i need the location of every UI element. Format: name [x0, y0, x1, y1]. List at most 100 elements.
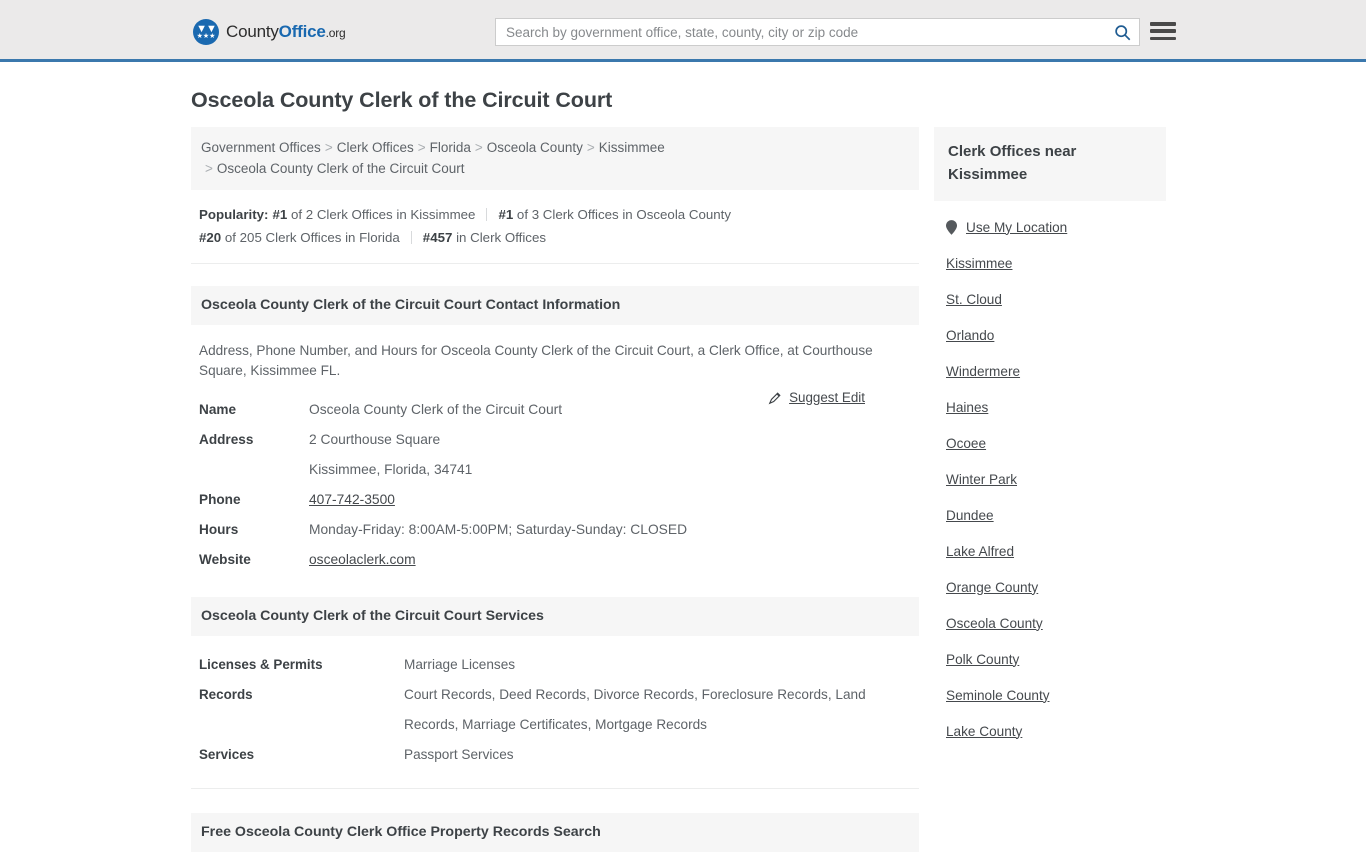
breadcrumb-item-clerk-offices[interactable]: Clerk Offices — [337, 140, 414, 155]
contact-information-section: Osceola County Clerk of the Circuit Cour… — [191, 286, 919, 575]
suggest-edit-label: Suggest Edit — [789, 390, 865, 405]
detail-value: osceolaclerk.com — [309, 545, 416, 575]
detail-value: Osceola County Clerk of the Circuit Cour… — [309, 402, 563, 417]
sidebar-item-lake-alfred[interactable]: Lake Alfred — [946, 533, 1166, 569]
sidebar-item-polk-county[interactable]: Polk County — [946, 641, 1166, 677]
services-section-heading: Osceola County Clerk of the Circuit Cour… — [191, 597, 919, 636]
services-row: Records Court Records, Deed Records, Div… — [199, 680, 919, 740]
detail-key: Address — [199, 432, 254, 447]
popularity-rank: #457 — [422, 230, 453, 245]
breadcrumb-separator: > — [324, 140, 333, 155]
site-logo[interactable]: ▼▼ ★★★ CountyOffice.org — [193, 19, 346, 45]
contact-section-heading: Osceola County Clerk of the Circuit Cour… — [191, 286, 919, 325]
sidebar-item-use-my-location[interactable]: Use My Location — [946, 209, 1166, 245]
sidebar-item-label[interactable]: Osceola County — [946, 616, 1043, 631]
sidebar-item-lake-county[interactable]: Lake County — [946, 713, 1166, 749]
sidebar-item-label[interactable]: Winter Park — [946, 472, 1017, 487]
popularity-bar: Popularity: #1 of 2 Clerk Offices in Kiss… — [191, 190, 919, 264]
breadcrumb-separator: > — [474, 140, 483, 155]
website-link[interactable]: osceolaclerk.com — [309, 552, 416, 567]
services-value: Marriage Licenses — [404, 657, 516, 672]
sidebar-item-kissimmee[interactable]: Kissimmee — [946, 245, 1166, 281]
services-key: Records — [199, 687, 253, 702]
services-row: Services Passport Services — [199, 740, 919, 770]
sidebar-item-label[interactable]: Lake County — [946, 724, 1022, 739]
hamburger-menu-icon[interactable] — [1150, 20, 1176, 42]
services-key: Licenses & Permits — [199, 657, 323, 672]
sidebar-item-st-cloud[interactable]: St. Cloud — [946, 281, 1166, 317]
page-body: Osceola County Clerk of the Circuit Cour… — [0, 62, 1366, 852]
sidebar-item-seminole-county[interactable]: Seminole County — [946, 677, 1166, 713]
detail-key: Hours — [199, 522, 239, 537]
popularity-rank: #1 — [498, 207, 514, 222]
divider — [486, 208, 488, 221]
detail-row-website: Website osceolaclerk.com — [199, 545, 919, 575]
sidebar-item-label[interactable]: Seminole County — [946, 688, 1050, 703]
sidebar-item-label[interactable]: Orange County — [946, 580, 1038, 595]
search-input[interactable] — [496, 19, 1105, 45]
main-content: Government Offices > Clerk Offices > Florida… — [191, 127, 919, 852]
page-title: Osceola County Clerk of the Circuit Cour… — [191, 88, 613, 112]
services-value: Passport Services — [404, 747, 514, 762]
phone-link[interactable]: 407-742-3500 — [309, 492, 395, 507]
popularity-item: #457 in Clerk Offices — [423, 230, 546, 245]
detail-value: 2 Courthouse Square — [309, 432, 441, 447]
sidebar-item-label[interactable]: Ocoee — [946, 436, 986, 451]
search-box[interactable] — [495, 18, 1140, 46]
services-value: Court Records, Deed Records, Divorce Rec… — [404, 687, 866, 732]
popularity-rest: of 205 Clerk Offices in Florida — [221, 230, 400, 245]
breadcrumb-item-government-offices[interactable]: Government Offices — [201, 140, 321, 155]
property-records-section-heading: Free Osceola County Clerk Office Propert… — [191, 813, 919, 852]
popularity-item: #20 of 205 Clerk Offices in Florida — [199, 230, 400, 245]
sidebar-item-windermere[interactable]: Windermere — [946, 353, 1166, 389]
breadcrumb-item-current[interactable]: Osceola County Clerk of the Circuit Cour… — [217, 161, 465, 176]
map-pin-icon — [946, 219, 957, 235]
sidebar-item-osceola-county[interactable]: Osceola County — [946, 605, 1166, 641]
sidebar-item-label[interactable]: Dundee — [946, 508, 994, 523]
sidebar-item-orlando[interactable]: Orlando — [946, 317, 1166, 353]
sidebar-item-orange-county[interactable]: Orange County — [946, 569, 1166, 605]
breadcrumb-separator: > — [205, 161, 213, 176]
services-section: Osceola County Clerk of the Circuit Cour… — [191, 597, 919, 789]
detail-value: Kissimmee, Florida, 34741 — [309, 462, 473, 477]
popularity-label: Popularity: — [199, 207, 269, 222]
sidebar-item-label[interactable]: Windermere — [946, 364, 1020, 379]
popularity-rest: of 3 Clerk Offices in Osceola County — [513, 207, 732, 222]
services-key: Services — [199, 747, 255, 762]
detail-key: Website — [199, 552, 251, 567]
sidebar-item-label[interactable]: Polk County — [946, 652, 1019, 667]
detail-value: Monday-Friday: 8:00AM-5:00PM; Saturday-S… — [309, 522, 688, 537]
breadcrumb-item-florida[interactable]: Florida — [430, 140, 471, 155]
eagle-seal-icon: ▼▼ ★★★ — [193, 19, 219, 45]
logo-text-part3: .org — [325, 26, 346, 40]
popularity-rest: of 2 Clerk Offices in Kissimmee — [287, 207, 476, 222]
breadcrumb-item-kissimmee[interactable]: Kissimmee — [599, 140, 665, 155]
sidebar-item-label[interactable]: Haines — [946, 400, 988, 415]
sidebar-item-label[interactable]: Use My Location — [966, 220, 1067, 235]
services-row: Licenses & Permits Marriage Licenses — [199, 650, 919, 680]
sidebar-item-label[interactable]: Lake Alfred — [946, 544, 1014, 559]
sidebar-item-label[interactable]: St. Cloud — [946, 292, 1002, 307]
sidebar-item-dundee[interactable]: Dundee — [946, 497, 1166, 533]
popularity-rank: #1 — [272, 207, 288, 222]
breadcrumb-separator: > — [586, 140, 595, 155]
logo-text-part1: County — [226, 22, 279, 41]
detail-row-address-line2: Kissimmee, Florida, 34741 — [199, 455, 919, 485]
popularity-rank: #20 — [199, 230, 222, 245]
detail-value: 407-742-3500 — [309, 485, 395, 515]
sidebar-item-haines[interactable]: Haines — [946, 389, 1166, 425]
site-header: ▼▼ ★★★ CountyOffice.org — [0, 0, 1366, 62]
suggest-edit-button[interactable]: Suggest Edit — [768, 390, 865, 405]
sidebar-item-winter-park[interactable]: Winter Park — [946, 461, 1166, 497]
popularity-item: #1 of 2 Clerk Offices in Kissimmee — [272, 207, 475, 222]
contact-section-description: Address, Phone Number, and Hours for Osc… — [199, 343, 873, 378]
search-button[interactable] — [1105, 19, 1139, 45]
sidebar-item-label[interactable]: Orlando — [946, 328, 994, 343]
sidebar-item-label[interactable]: Kissimmee — [946, 256, 1012, 271]
breadcrumb-item-osceola-county[interactable]: Osceola County — [487, 140, 583, 155]
popularity-item: #1 of 3 Clerk Offices in Osceola County — [498, 207, 731, 222]
sidebar: Clerk Offices near Kissimmee Use My Loca… — [934, 127, 1166, 749]
divider — [410, 231, 412, 244]
sidebar-item-ocoee[interactable]: Ocoee — [946, 425, 1166, 461]
logo-text-part2: Office — [278, 22, 326, 41]
